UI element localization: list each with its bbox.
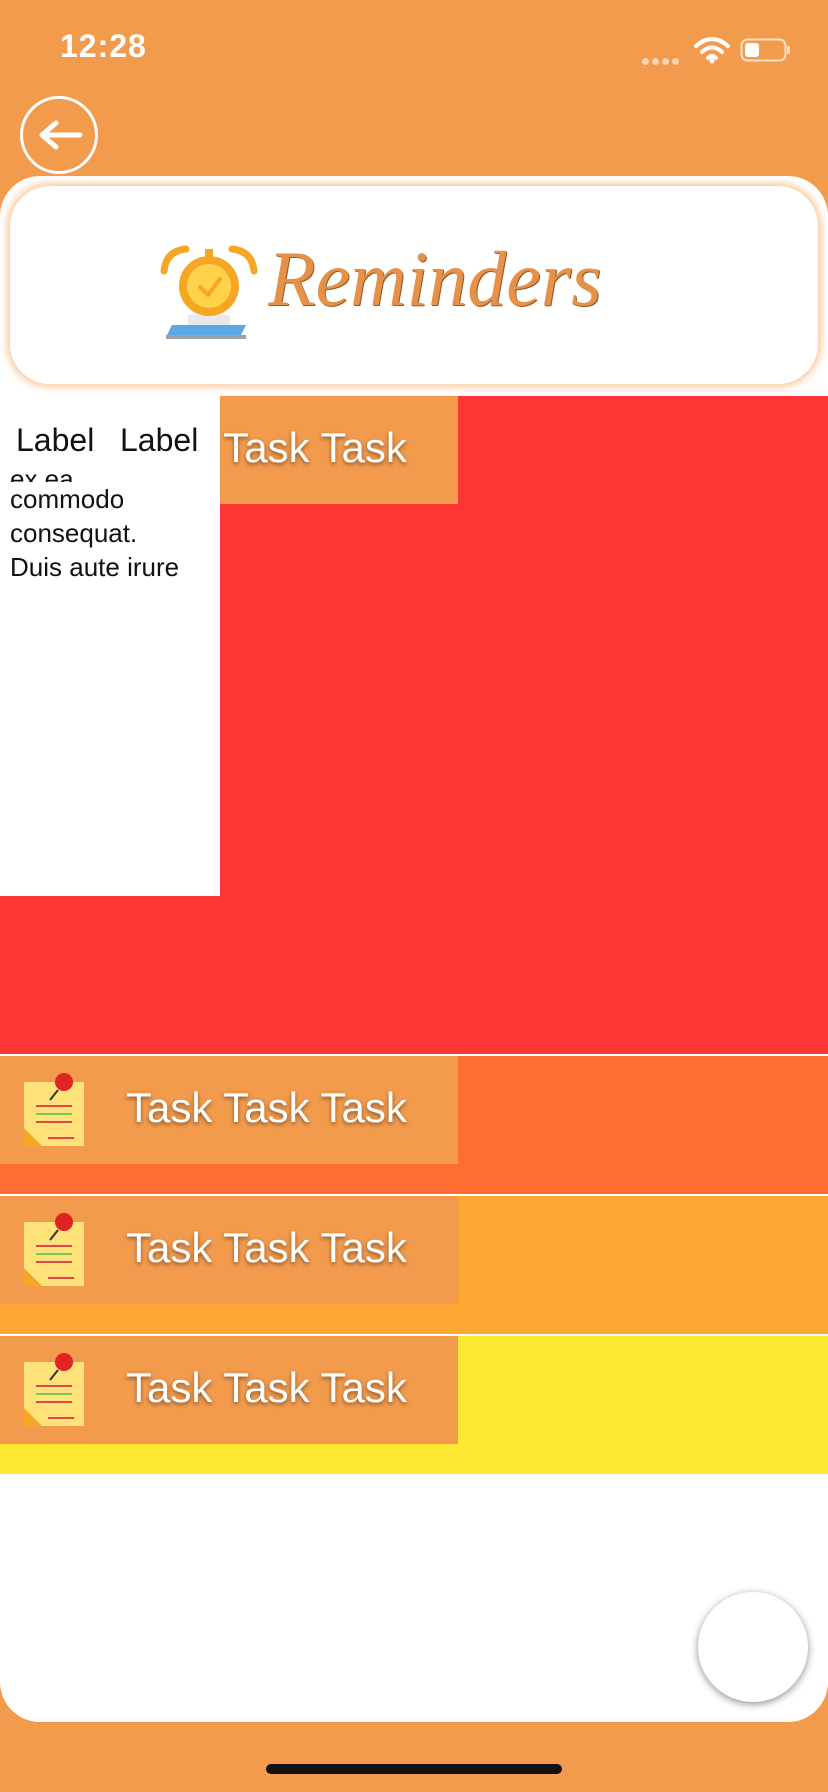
detail-body-line: commodo xyxy=(10,484,125,514)
detail-label-2: Label xyxy=(120,422,199,458)
sticky-note-icon xyxy=(24,1213,84,1286)
status-bar: 12:28 xyxy=(0,0,828,96)
home-indicator[interactable] xyxy=(266,1764,562,1774)
wifi-icon xyxy=(694,37,730,64)
sticky-note-icon xyxy=(24,1353,84,1426)
task-title: Task Task Task xyxy=(126,1364,407,1411)
sticky-note-icon xyxy=(24,1073,84,1146)
detail-body-line: consequat. xyxy=(10,518,138,548)
signal-icon xyxy=(642,52,682,65)
back-button[interactable] xyxy=(20,96,98,174)
content-card: Reminders Task Task Task Task Task Task … xyxy=(0,176,828,1722)
detail-label-1: Label xyxy=(16,422,95,458)
task-row-3[interactable]: Task Task Task xyxy=(0,1196,828,1334)
header-title: Reminders xyxy=(268,235,602,322)
detail-body-line: ex ea xyxy=(10,464,74,482)
header-card: Reminders xyxy=(10,186,818,384)
task-pill[interactable]: Task Task Task xyxy=(0,1196,458,1304)
task-row-2[interactable]: Task Task Task xyxy=(0,1056,828,1194)
task-pill[interactable]: Task Task Task xyxy=(0,1336,458,1444)
task-detail-panel: Label Label ex ea commodo consequat. Dui… xyxy=(0,396,220,896)
arrow-left-icon xyxy=(39,120,83,150)
status-indicators xyxy=(618,36,798,68)
battery-low-icon xyxy=(740,38,790,62)
detail-body-text: ex ea commodo consequat. Duis aute irure xyxy=(10,464,210,584)
add-button[interactable] xyxy=(698,1592,808,1702)
task-pill[interactable]: Task Task Task xyxy=(0,1056,458,1164)
detail-body-line: Duis aute irure xyxy=(10,552,180,582)
task-row-4[interactable]: Task Task Task xyxy=(0,1336,828,1474)
status-time: 12:28 xyxy=(60,28,147,64)
alarm-clock-icon xyxy=(160,245,258,339)
task-title: Task Task Task xyxy=(126,1224,407,1271)
task-title: Task Task Task xyxy=(126,1084,407,1131)
